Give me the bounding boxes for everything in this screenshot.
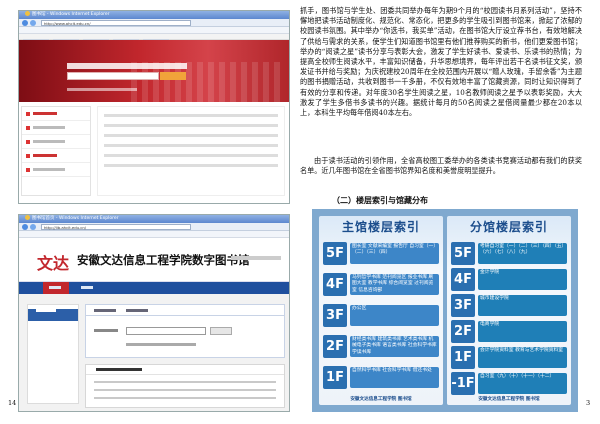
- floor-row: 1F 会计学院资料室 教育与艺术学院资料室: [451, 346, 567, 369]
- search-tab[interactable]: [94, 309, 116, 312]
- site-banner: [19, 40, 289, 102]
- floor-row: 2F 电商学院: [451, 320, 567, 343]
- floor-row: 3F 城市建设学院: [451, 294, 567, 317]
- body-paragraph-1: 抓手，图书馆与学生处、团委共同举办每年为期9个月的“校园读书月系列活动”，坚持不…: [300, 6, 582, 118]
- floor-row: 5F 考研自习室（一）（二）（三）（四）（五）（六）（七）（八）（九）: [451, 242, 567, 265]
- floor-number: 3F: [451, 294, 475, 317]
- browser-toolbar: http://www.ahcit.edu.cn/: [19, 19, 289, 27]
- library-nav-bar: [19, 282, 289, 294]
- floor-number: 3F: [323, 304, 347, 327]
- site-sidebar: [21, 106, 91, 196]
- catalog-search-input[interactable]: [126, 327, 206, 335]
- digital-library-screenshot: 图书馆首页 - Windows Internet Explorer http:/…: [18, 214, 290, 412]
- floor-departments: 财经类书库 建筑类书库 艺术类书库 机械电子类书库 语言类书库 社会科学书库 学…: [350, 336, 439, 357]
- floor-number: -1F: [451, 372, 475, 395]
- favorites-bar: [19, 27, 289, 42]
- site-body: [19, 102, 289, 202]
- floor-row: 4F 金计学院: [451, 268, 567, 291]
- sidebar-item[interactable]: [22, 163, 90, 177]
- sidebar-item[interactable]: [22, 135, 90, 149]
- floor-row: 1F 自然科学书库 社会科学书库 借还书处: [323, 366, 439, 389]
- floor-departments: 自习室（九）（十）（十一）（十二）: [478, 373, 567, 394]
- main-library-floor-sign: 主馆楼层索引 安徽文达信息工程学院 图书馆 5F 图长室 文献采编室 报告厅 自习…: [319, 216, 443, 405]
- floor-number: 1F: [451, 346, 475, 369]
- branch-library-floor-sign: 分馆楼层索引 安徽文达信息工程学院 图书馆 5F 考研自习室（一）（二）（三）（四…: [447, 216, 571, 405]
- bullet-icon: [26, 168, 30, 172]
- address-bar[interactable]: http://www.ahcit.edu.cn/: [41, 20, 191, 26]
- floor-number: 4F: [451, 268, 475, 291]
- page-number-left: 14: [8, 399, 17, 407]
- floor-number: 1F: [323, 366, 347, 389]
- catalog-search-button[interactable]: [210, 327, 232, 335]
- browser-title-bar: 图书馆 - Windows Internet Explorer: [19, 11, 289, 19]
- floor-departments: 考研自习室（一）（二）（三）（四）（五）（六）（七）（八）（九）: [478, 243, 567, 264]
- sidebar-item[interactable]: [22, 149, 90, 163]
- back-icon[interactable]: [22, 20, 28, 26]
- library-homepage-screenshot: 图书馆 - Windows Internet Explorer http://w…: [18, 10, 290, 204]
- floor-number: 5F: [323, 242, 347, 265]
- floor-number: 2F: [451, 320, 475, 343]
- window-title: 图书馆首页 - Windows Internet Explorer: [32, 216, 119, 221]
- floor-departments: 图长室 文献采编室 报告厅 自习室（一）（二）（三）（四）: [350, 243, 439, 264]
- address-bar[interactable]: http://lib.ahcit.edu.cn/: [41, 224, 191, 230]
- college-logo: 文达: [37, 254, 70, 273]
- site-main-panel: [97, 106, 285, 196]
- banner-links[interactable]: [67, 88, 137, 91]
- browser-title-bar: 图书馆首页 - Windows Internet Explorer: [19, 215, 289, 223]
- branch-sign-footer: 安徽文达信息工程学院 图书馆: [478, 397, 540, 402]
- bullet-icon: [26, 126, 30, 130]
- library-name: 安徽文达信息工程学院数字图书馆: [77, 253, 250, 267]
- browser-toolbar: http://lib.ahcit.edu.cn/: [19, 223, 289, 231]
- branch-sign-title: 分馆楼层索引: [469, 220, 548, 234]
- sidebar-item[interactable]: [22, 107, 90, 121]
- floor-row: 3F 办公区: [323, 304, 439, 327]
- library-body: [19, 294, 289, 411]
- floor-departments: 自然科学书库 社会科学书库 借还书处: [350, 367, 439, 388]
- floor-departments: 城市建设学院: [478, 295, 567, 316]
- floor-departments: 会计学院资料室 教育与艺术学院资料室: [478, 347, 567, 368]
- page-number-right: 3: [586, 399, 591, 407]
- bullet-icon: [26, 140, 30, 144]
- catalog-search-box: [85, 304, 285, 358]
- back-icon[interactable]: [22, 224, 28, 230]
- site-search-input[interactable]: [67, 72, 159, 80]
- bullet-icon: [26, 112, 30, 116]
- floor-departments: 马列哲学书库 范刊阅览区 报业书库 刷图大室 教学书库 综合阅览室 过刊阅览室 …: [350, 274, 439, 295]
- nav-item[interactable]: [49, 286, 61, 289]
- sidebar-item[interactable]: [22, 121, 90, 135]
- floor-number: 2F: [323, 335, 347, 358]
- ie-browser-icon: [25, 11, 30, 16]
- search-tab[interactable]: [126, 309, 148, 312]
- floor-row: -1F 自习室（九）（十）（十一）（十二）: [451, 372, 567, 395]
- forward-icon[interactable]: [30, 20, 36, 26]
- body-paragraph-2: 由于读书活动的引领作用，全省高校图工委举办的各类读书竞赛活动都有我们的获奖名单。…: [300, 156, 582, 176]
- main-sign-title: 主馆楼层索引: [341, 220, 420, 234]
- favorites-bar: [19, 231, 289, 246]
- floor-index-photo: 主馆楼层索引 安徽文达信息工程学院 图书馆 5F 图长室 文献采编室 报告厅 自习…: [312, 209, 578, 412]
- floor-departments: 电商学院: [478, 321, 567, 342]
- floor-number: 4F: [323, 273, 347, 296]
- main-sign-footer: 安徽文达信息工程学院 图书馆: [350, 397, 412, 402]
- floor-row: 4F 马列哲学书库 范刊阅览区 报业书库 刷图大室 教学书库 综合阅览室 过刊阅览…: [323, 273, 439, 296]
- search-scope-radios[interactable]: [126, 343, 196, 346]
- library-header: 文达 安徽文达信息工程学院数字图书馆: [19, 238, 289, 282]
- section-subheading: （二）楼层索引与馆藏分布: [332, 196, 428, 205]
- site-search-button[interactable]: [160, 72, 186, 80]
- bullet-icon: [26, 154, 30, 158]
- ie-browser-icon: [25, 215, 30, 220]
- floor-departments: 金计学院: [478, 269, 567, 290]
- search-tabs[interactable]: [67, 63, 187, 69]
- forward-icon[interactable]: [30, 224, 36, 230]
- library-left-panel: [27, 304, 79, 404]
- resource-notice-box: [85, 364, 285, 408]
- nav-item[interactable]: [81, 286, 93, 289]
- search-label: [94, 329, 118, 332]
- floor-row: 5F 图长室 文献采编室 报告厅 自习室（一）（二）（三）（四）: [323, 242, 439, 265]
- header-links[interactable]: [231, 256, 281, 260]
- window-title: 图书馆 - Windows Internet Explorer: [32, 12, 110, 17]
- floor-row: 2F 财经类书库 建筑类书库 艺术类书库 机械电子类书库 语言类书库 社会科学书库…: [323, 335, 439, 358]
- floor-number: 5F: [451, 242, 475, 265]
- floor-departments: 办公区: [350, 305, 439, 326]
